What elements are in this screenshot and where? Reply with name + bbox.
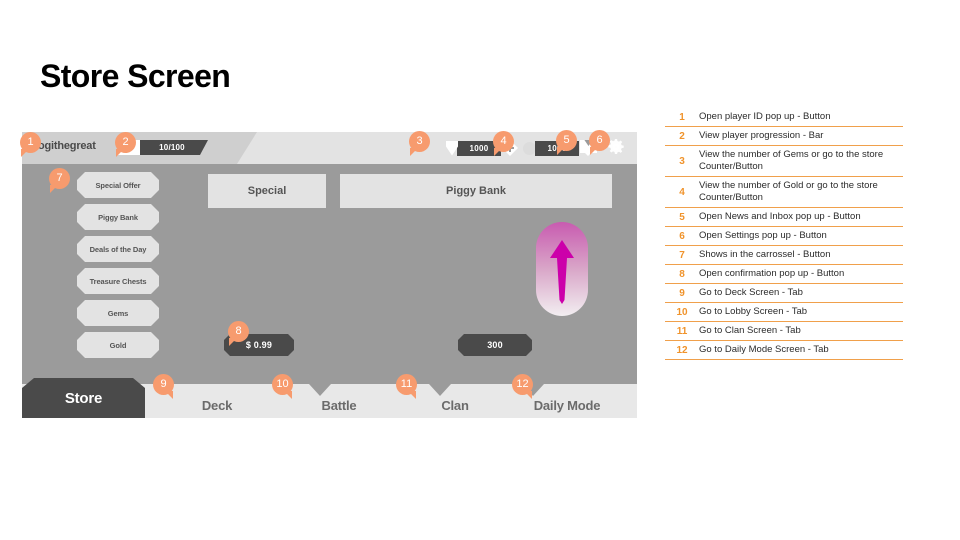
store-screen-mockup: ogithegreat 10/100 1000 1000 [22, 132, 637, 418]
legend-number: 11 [676, 325, 688, 337]
annotation-badge-3: 3 [409, 131, 430, 152]
legend-row: 7 Shows in the carrossel - Button [665, 245, 903, 264]
page-title: Store Screen [40, 58, 231, 94]
sidebar-strip [22, 164, 72, 370]
annotation-badge-12: 12 [512, 374, 533, 395]
legend-row: 4 View the number of Gold or go to the s… [665, 176, 903, 207]
legend-text: Open confirmation pop up - Button [699, 268, 845, 279]
legend-number: 12 [676, 344, 688, 356]
sidebar-item-special-offer[interactable]: Special Offer [77, 172, 159, 198]
sidebar-item-label: Treasure Chests [89, 276, 147, 286]
legend-number: 2 [679, 130, 685, 142]
legend-row: 12 Go to Daily Mode Screen - Tab [665, 340, 903, 360]
sidebar-item-label: Special Offer [95, 180, 141, 190]
legend-text: View player progression - Bar [699, 130, 824, 141]
legend-row: 6 Open Settings pop up - Button [665, 226, 903, 245]
legend-number: 5 [679, 211, 685, 223]
piggy-bank-panel-header: Piggy Bank [340, 174, 612, 208]
annotation-badge-9: 9 [153, 374, 174, 395]
special-panel-header: Special [208, 174, 326, 208]
legend-text: Open Settings pop up - Button [699, 230, 827, 241]
legend-row: 2 View player progression - Bar [665, 126, 903, 145]
legend-number: 4 [679, 186, 685, 198]
legend-text: Shows in the carrossel - Button [699, 249, 831, 260]
sidebar-item-label: Piggy Bank [98, 212, 138, 222]
piggy-bank-price: 300 [487, 340, 503, 350]
sidebar-item-label: Gold [109, 340, 127, 350]
legend-text: Open News and Inbox pop up - Button [699, 211, 861, 222]
special-panel-body: $ 0.99 [208, 208, 326, 370]
sidebar-menu: Special Offer Piggy Bank Deals of the Da… [77, 172, 159, 364]
player-name-button[interactable]: ogithegreat [38, 140, 96, 152]
piggy-bank-panel[interactable]: Piggy Bank 300 [340, 174, 612, 370]
special-price: $ 0.99 [245, 340, 273, 350]
legend-row: 11 Go to Clan Screen - Tab [665, 321, 903, 340]
legend-text: View the number of Gold or go to the sto… [699, 180, 878, 203]
annotation-badge-5: 5 [556, 130, 577, 151]
tab-store[interactable]: Store [22, 378, 145, 418]
legend-text: View the number of Gems or go to the sto… [699, 149, 884, 172]
legend-row: 9 Go to Deck Screen - Tab [665, 283, 903, 302]
up-arrow-icon [536, 222, 588, 316]
sidebar-item-label: Gems [107, 308, 129, 318]
piggy-bank-buy-button[interactable]: 300 [458, 334, 532, 356]
sidebar-item-gold[interactable]: Gold [77, 332, 159, 358]
tab-daily-mode[interactable]: Daily Mode [492, 398, 642, 413]
legend-text: Go to Clan Screen - Tab [699, 325, 801, 336]
sidebar-item-gems[interactable]: Gems [77, 300, 159, 326]
annotation-badge-4: 4 [493, 131, 514, 152]
annotation-legend: 1 Open player ID pop up - Button 2 View … [665, 108, 903, 360]
slide-root: Store Screen ogithegreat 10/100 1000 Spe… [0, 0, 960, 540]
annotation-badge-11: 11 [396, 374, 417, 395]
sidebar-item-label: Deals of the Day [89, 244, 147, 254]
legend-number: 1 [679, 111, 685, 123]
legend-number: 9 [679, 287, 685, 299]
progression-value: 10/100 [159, 143, 185, 152]
sidebar-item-piggy-bank[interactable]: Piggy Bank [77, 204, 159, 230]
legend-row: 8 Open confirmation pop up - Button [665, 264, 903, 283]
legend-text: Go to Lobby Screen - Tab [699, 306, 808, 317]
tab-battle[interactable]: Battle [284, 398, 394, 413]
piggy-bank-panel-title: Piggy Bank [446, 185, 506, 197]
legend-text: Go to Deck Screen - Tab [699, 287, 803, 298]
legend-number: 8 [679, 268, 685, 280]
legend-number: 10 [676, 306, 688, 318]
tab-deck[interactable]: Deck [162, 398, 272, 413]
top-bar: ogithegreat 10/100 1000 1000 [22, 132, 637, 164]
legend-row: 3 View the number of Gems or go to the s… [665, 145, 903, 176]
annotation-badge-8: 8 [228, 321, 249, 342]
sidebar-item-deals-of-the-day[interactable]: Deals of the Day [77, 236, 159, 262]
tab-store-label: Store [64, 389, 103, 407]
annotation-badge-7: 7 [49, 168, 70, 189]
legend-row: 5 Open News and Inbox pop up - Button [665, 207, 903, 226]
special-panel-title: Special [247, 185, 287, 197]
special-panel[interactable]: Special $ 0.99 [208, 174, 326, 370]
legend-number: 3 [679, 155, 685, 167]
sidebar-item-treasure-chests[interactable]: Treasure Chests [77, 268, 159, 294]
piggy-bank-panel-body: 300 [340, 208, 612, 370]
legend-row: 10 Go to Lobby Screen - Tab [665, 302, 903, 321]
progression-track: 10/100 [140, 140, 208, 155]
legend-text: Open player ID pop up - Button [699, 111, 831, 122]
annotation-badge-6: 6 [589, 130, 610, 151]
annotation-badge-10: 10 [272, 374, 293, 395]
gem-amount: 1000 [469, 143, 489, 153]
annotation-badge-2: 2 [115, 132, 136, 153]
legend-text: Go to Daily Mode Screen - Tab [699, 344, 829, 355]
legend-number: 7 [679, 249, 685, 261]
legend-number: 6 [679, 230, 685, 242]
annotation-badge-1: 1 [20, 132, 41, 153]
legend-row: 1 Open player ID pop up - Button [665, 108, 903, 126]
bottom-tab-bar: Deck Battle Clan Daily Mode Store [22, 370, 637, 418]
